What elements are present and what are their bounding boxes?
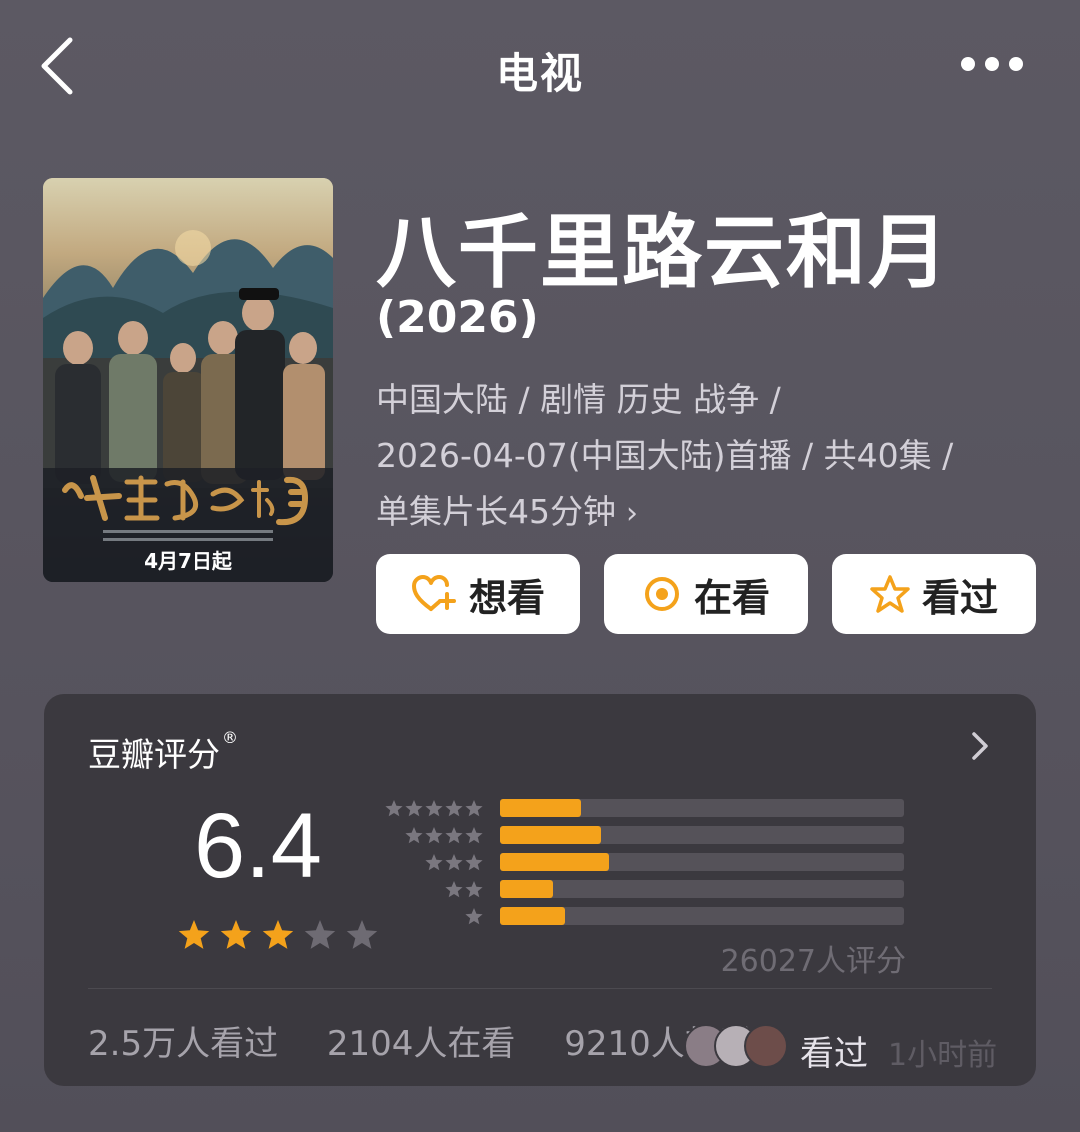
meta-line-3: 单集片长45分钟 › — [376, 484, 1036, 542]
meta-line-2: 2026-04-07(中国大陆)首播 / 共40集 / — [376, 436, 954, 475]
chevron-right-icon: › — [626, 496, 638, 531]
watched-count: 2.5万人看过 — [88, 1024, 279, 1064]
rating-distribution — [384, 796, 904, 931]
star-small-icon — [405, 800, 423, 817]
star-small-icon — [445, 800, 463, 817]
distribution-bar-fill — [500, 853, 610, 871]
distribution-stars-icon — [445, 881, 483, 898]
more-button[interactable] — [952, 42, 1032, 86]
action-buttons: 想看 在看 看过 — [376, 554, 1036, 634]
star-empty-icon — [346, 920, 378, 949]
star-small-icon — [405, 827, 423, 844]
distribution-bar-track — [500, 853, 904, 871]
page-title: 电视 — [495, 49, 584, 98]
distribution-row-4-star — [384, 823, 904, 850]
rating-card[interactable]: 豆瓣评分 ® 6.4 26027人评分 2.5万人看过 2104人在看 9210人… — [44, 694, 1036, 1086]
distribution-bar-track — [500, 880, 904, 898]
friend-activity-time: 1小时前 — [888, 1038, 998, 1073]
registered-mark: ® — [222, 728, 238, 747]
avatar — [744, 1024, 788, 1068]
star-small-icon — [425, 827, 443, 844]
watched-label: 看过 — [921, 575, 998, 620]
poster-artwork — [43, 178, 333, 582]
distribution-bar-fill — [500, 907, 565, 925]
heart-plus-icon — [411, 575, 456, 611]
distribution-bar-fill — [500, 799, 581, 817]
distribution-bar-track — [500, 907, 904, 925]
show-meta[interactable]: 中国大陆 / 剧情 历史 战争 / 2026-04-07(中国大陆)首播 / 共… — [376, 372, 1036, 542]
star-small-icon — [445, 881, 463, 898]
star-small-icon — [445, 854, 463, 871]
rating-score: 6.4 — [194, 795, 322, 897]
star-filled-icon — [178, 920, 210, 949]
distribution-row-2-star — [384, 877, 904, 904]
star-small-icon — [425, 800, 443, 817]
star-small-icon — [465, 881, 483, 898]
distribution-bar-fill — [500, 826, 601, 844]
distribution-row-1-star — [384, 904, 904, 931]
more-horizontal-icon — [961, 57, 1023, 71]
watching-label: 在看 — [693, 575, 770, 620]
rating-title: 豆瓣评分 ® — [88, 728, 238, 776]
distribution-bar-track — [500, 826, 904, 844]
star-small-icon — [385, 800, 403, 817]
meta-line-1: 中国大陆 / 剧情 历史 战争 / — [376, 380, 781, 419]
rating-title-text: 豆瓣评分 — [88, 735, 220, 774]
chevron-right-icon — [972, 732, 988, 760]
star-small-icon — [425, 854, 443, 871]
star-small-icon — [465, 827, 483, 844]
meta-line-3-text: 单集片长45分钟 — [376, 492, 616, 531]
watching-button[interactable]: 在看 — [604, 554, 808, 634]
rating-detail-button[interactable] — [968, 728, 992, 768]
page: 电视 4月7日起 八千里路云和月 (2026) 中国大陆 / 剧情 历史 战争 … — [0, 0, 1080, 1132]
distribution-stars-icon — [425, 854, 483, 871]
target-icon — [644, 577, 679, 611]
show-title: 八千里路云和月 — [376, 206, 950, 299]
star-filled-icon — [262, 920, 294, 949]
star-small-icon — [465, 908, 483, 925]
poster-image[interactable]: 4月7日起 — [43, 178, 333, 582]
star-filled-icon — [220, 920, 252, 949]
rating-count: 26027人评分 — [720, 944, 906, 979]
watching-count: 2104人在看 — [326, 1024, 516, 1064]
want-to-watch-label: 想看 — [468, 575, 545, 620]
poster-date-label: 4月7日起 — [144, 549, 232, 573]
show-year: (2026) — [376, 292, 539, 343]
star-small-icon — [465, 800, 483, 817]
rating-stars — [178, 920, 378, 949]
star-outline-icon — [870, 575, 910, 613]
friend-activity-action: 看过 — [800, 1034, 868, 1074]
distribution-stars-icon — [385, 800, 483, 817]
distribution-stars-icon — [405, 827, 483, 844]
divider — [88, 988, 992, 989]
distribution-bar-track — [500, 799, 904, 817]
distribution-stars-icon — [465, 908, 483, 925]
friend-avatars[interactable] — [684, 1024, 794, 1068]
want-to-watch-button[interactable]: 想看 — [376, 554, 580, 634]
watched-button[interactable]: 看过 — [832, 554, 1036, 634]
star-small-icon — [465, 854, 483, 871]
star-empty-icon — [304, 920, 336, 949]
distribution-row-5-star — [384, 796, 904, 823]
distribution-bar-fill — [500, 880, 553, 898]
distribution-row-3-star — [384, 850, 904, 877]
star-small-icon — [445, 827, 463, 844]
top-bar: 电视 — [0, 0, 1080, 130]
